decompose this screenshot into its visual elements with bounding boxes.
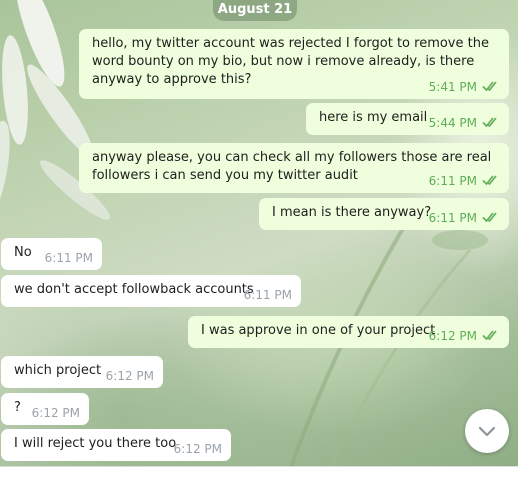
date-separator: August 21 bbox=[213, 0, 297, 21]
composer-bar-edge bbox=[0, 466, 518, 480]
message-bubble[interactable]: ? 6:12 PM bbox=[1, 393, 89, 425]
message-meta: 6:12 PM bbox=[429, 329, 500, 343]
message-bubble[interactable]: No 6:11 PM bbox=[1, 238, 102, 270]
message-meta: 6:12 PM bbox=[32, 406, 80, 420]
message-meta: 6:12 PM bbox=[174, 442, 222, 456]
message-bubble[interactable]: anyway please, you can check all my foll… bbox=[79, 143, 509, 193]
message-bubble[interactable]: I mean is there anyway? 6:11 PM bbox=[259, 198, 509, 230]
message-meta: 5:44 PM bbox=[429, 116, 500, 130]
message-time: 6:11 PM bbox=[44, 251, 93, 265]
message-meta: 6:11 PM bbox=[429, 174, 500, 188]
message-time: 6:11 PM bbox=[243, 288, 292, 302]
message-bubble[interactable]: I was approve in one of your project 6:1… bbox=[188, 316, 509, 348]
message-time: 6:11 PM bbox=[428, 211, 477, 225]
message-time: 6:12 PM bbox=[173, 442, 222, 456]
scroll-to-bottom-button[interactable] bbox=[465, 409, 509, 453]
double-check-icon bbox=[482, 175, 497, 186]
chevron-down-icon bbox=[478, 426, 496, 436]
message-meta: 6:11 PM bbox=[244, 288, 292, 302]
double-check-icon bbox=[482, 330, 497, 341]
message-time: 6:12 PM bbox=[428, 329, 477, 343]
double-check-icon bbox=[482, 81, 497, 92]
double-check-icon bbox=[482, 117, 497, 128]
message-meta: 6:12 PM bbox=[106, 369, 154, 383]
message-bubble[interactable]: which project 6:12 PM bbox=[1, 356, 163, 388]
message-bubble[interactable]: we don't accept followback accounts 6:11… bbox=[1, 275, 301, 307]
message-time: 6:12 PM bbox=[105, 369, 154, 383]
message-bubble[interactable]: here is my email 5:44 PM bbox=[306, 103, 509, 135]
double-check-icon bbox=[482, 212, 497, 223]
message-time: 6:12 PM bbox=[31, 406, 80, 420]
message-bubble[interactable]: hello, my twitter account was rejected I… bbox=[79, 29, 509, 99]
message-time: 6:11 PM bbox=[428, 174, 477, 188]
message-meta: 6:11 PM bbox=[45, 251, 93, 265]
message-bubble[interactable]: I will reject you there too 6:12 PM bbox=[1, 429, 231, 461]
message-meta: 5:41 PM bbox=[429, 80, 500, 94]
message-time: 5:44 PM bbox=[428, 116, 477, 130]
message-time: 5:41 PM bbox=[428, 80, 477, 94]
message-meta: 6:11 PM bbox=[429, 211, 500, 225]
